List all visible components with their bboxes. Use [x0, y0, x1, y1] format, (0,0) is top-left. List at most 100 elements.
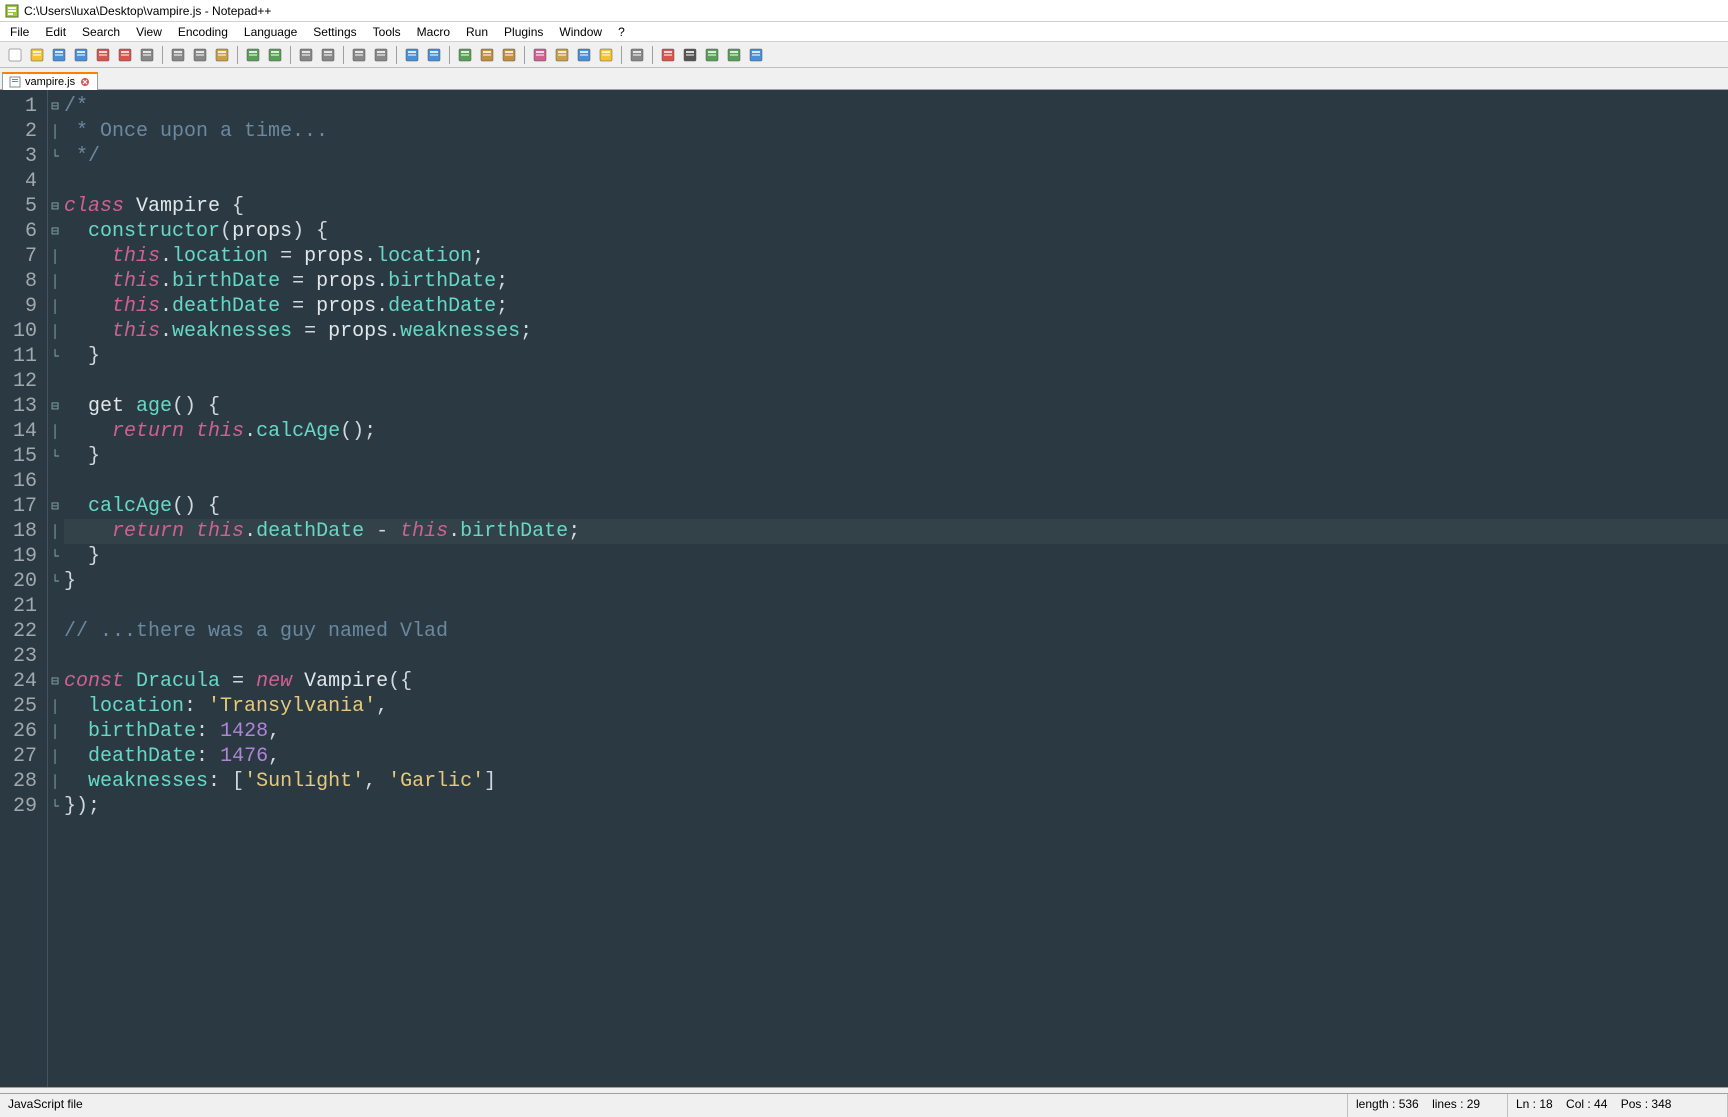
code-line[interactable]: this.location = props.location; [64, 244, 1728, 269]
code-line[interactable]: deathDate: 1476, [64, 744, 1728, 769]
code-line[interactable]: weaknesses: ['Sunlight', 'Garlic'] [64, 769, 1728, 794]
code-line[interactable]: } [64, 544, 1728, 569]
line-number[interactable]: 12 [6, 369, 37, 394]
code-line[interactable]: return this.deathDate - this.birthDate; [64, 519, 1728, 544]
line-number[interactable]: 25 [6, 694, 37, 719]
code-line[interactable]: return this.calcAge(); [64, 419, 1728, 444]
code-line[interactable]: get age() { [64, 394, 1728, 419]
line-number[interactable]: 28 [6, 769, 37, 794]
code-line[interactable] [64, 644, 1728, 669]
menu-language[interactable]: Language [236, 23, 305, 41]
menu-view[interactable]: View [128, 23, 170, 41]
line-number-gutter[interactable]: 1234567891011121314151617181920212223242… [0, 90, 48, 1087]
zoom-in-icon[interactable] [348, 44, 370, 66]
code-line[interactable]: this.birthDate = props.birthDate; [64, 269, 1728, 294]
line-number[interactable]: 5 [6, 194, 37, 219]
code-line[interactable]: constructor(props) { [64, 219, 1728, 244]
line-number[interactable]: 23 [6, 644, 37, 669]
menu-encoding[interactable]: Encoding [170, 23, 236, 41]
line-number[interactable]: 6 [6, 219, 37, 244]
code-line[interactable]: birthDate: 1428, [64, 719, 1728, 744]
line-number[interactable]: 29 [6, 794, 37, 819]
menu-macro[interactable]: Macro [409, 23, 458, 41]
line-number[interactable]: 27 [6, 744, 37, 769]
line-number[interactable]: 22 [6, 619, 37, 644]
code-line[interactable]: * Once upon a time... [64, 119, 1728, 144]
menu-file[interactable]: File [2, 23, 37, 41]
menu-search[interactable]: Search [74, 23, 128, 41]
close-icon[interactable] [92, 44, 114, 66]
line-number[interactable]: 9 [6, 294, 37, 319]
code-line[interactable]: } [64, 444, 1728, 469]
code-line[interactable]: const Dracula = new Vampire({ [64, 669, 1728, 694]
line-number[interactable]: 7 [6, 244, 37, 269]
code-line[interactable]: */ [64, 144, 1728, 169]
line-number[interactable]: 11 [6, 344, 37, 369]
fold-mark[interactable]: ⊟ [48, 219, 62, 244]
code-content[interactable]: /* * Once upon a time... */ class Vampire… [62, 90, 1728, 1087]
line-number[interactable]: 14 [6, 419, 37, 444]
line-number[interactable]: 16 [6, 469, 37, 494]
line-number[interactable]: 24 [6, 669, 37, 694]
open-file-icon[interactable] [26, 44, 48, 66]
wrap-icon[interactable] [454, 44, 476, 66]
save-macro-icon[interactable] [745, 44, 767, 66]
menu-settings[interactable]: Settings [305, 23, 364, 41]
find-icon[interactable] [295, 44, 317, 66]
folder-icon[interactable] [595, 44, 617, 66]
code-line[interactable] [64, 594, 1728, 619]
fold-column[interactable]: ⊟│└⊟⊟││││└⊟│└⊟│└└⊟││││└ [48, 90, 62, 1087]
sync-v-icon[interactable] [401, 44, 423, 66]
all-chars-icon[interactable] [476, 44, 498, 66]
func-list-icon[interactable] [573, 44, 595, 66]
fold-mark[interactable]: ⊟ [48, 494, 62, 519]
save-icon[interactable] [48, 44, 70, 66]
code-line[interactable]: /* [64, 94, 1728, 119]
line-number[interactable]: 13 [6, 394, 37, 419]
line-number[interactable]: 17 [6, 494, 37, 519]
line-number[interactable]: 20 [6, 569, 37, 594]
zoom-out-icon[interactable] [370, 44, 392, 66]
fold-mark[interactable]: ⊟ [48, 94, 62, 119]
code-line[interactable]: class Vampire { [64, 194, 1728, 219]
code-line[interactable] [64, 169, 1728, 194]
save-all-icon[interactable] [70, 44, 92, 66]
code-line[interactable]: this.deathDate = props.deathDate; [64, 294, 1728, 319]
tab-close-icon[interactable] [79, 76, 91, 88]
code-line[interactable]: // ...there was a guy named Vlad [64, 619, 1728, 644]
line-number[interactable]: 10 [6, 319, 37, 344]
code-line[interactable]: } [64, 344, 1728, 369]
menu-run[interactable]: Run [458, 23, 496, 41]
play-icon[interactable] [701, 44, 723, 66]
fold-mark[interactable]: ⊟ [48, 194, 62, 219]
line-number[interactable]: 21 [6, 594, 37, 619]
copy-icon[interactable] [189, 44, 211, 66]
indent-guide-icon[interactable] [498, 44, 520, 66]
line-number[interactable]: 1 [6, 94, 37, 119]
line-number[interactable]: 4 [6, 169, 37, 194]
record-icon[interactable] [657, 44, 679, 66]
line-number[interactable]: 26 [6, 719, 37, 744]
replace-icon[interactable] [317, 44, 339, 66]
tab-vampire-js[interactable]: vampire.js [2, 72, 98, 90]
editor-area[interactable]: 1234567891011121314151617181920212223242… [0, 90, 1728, 1087]
new-file-icon[interactable] [4, 44, 26, 66]
cut-icon[interactable] [167, 44, 189, 66]
paste-icon[interactable] [211, 44, 233, 66]
menu-[interactable]: ? [610, 23, 633, 41]
play-multi-icon[interactable] [723, 44, 745, 66]
lang-icon[interactable] [529, 44, 551, 66]
close-all-icon[interactable] [114, 44, 136, 66]
code-line[interactable] [64, 469, 1728, 494]
undo-icon[interactable] [242, 44, 264, 66]
line-number[interactable]: 18 [6, 519, 37, 544]
code-line[interactable]: location: 'Transylvania', [64, 694, 1728, 719]
menu-plugins[interactable]: Plugins [496, 23, 551, 41]
line-number[interactable]: 19 [6, 544, 37, 569]
stop-icon[interactable] [679, 44, 701, 66]
line-number[interactable]: 3 [6, 144, 37, 169]
fold-mark[interactable]: ⊟ [48, 669, 62, 694]
code-line[interactable] [64, 369, 1728, 394]
line-number[interactable]: 15 [6, 444, 37, 469]
fold-mark[interactable]: ⊟ [48, 394, 62, 419]
